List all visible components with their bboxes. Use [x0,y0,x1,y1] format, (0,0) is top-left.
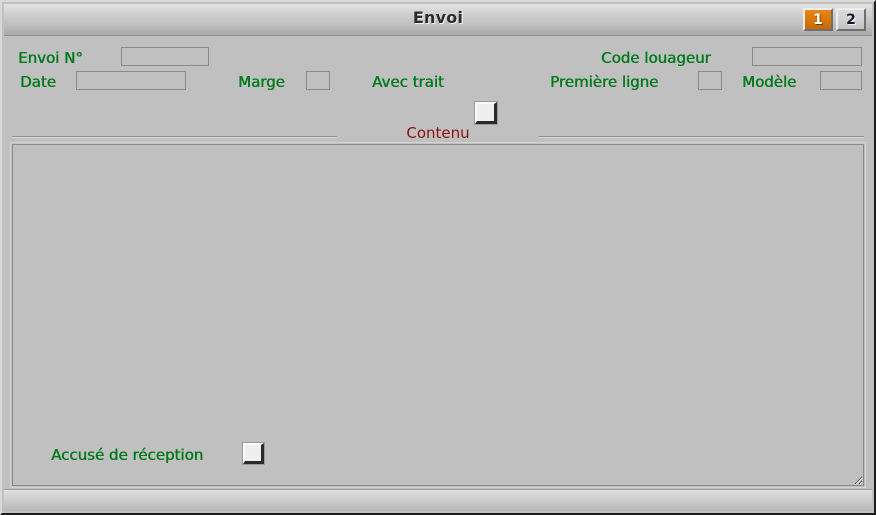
envoi-window: Envoi 1 2 Envoi N° Code louageur Date Ma… [0,0,876,515]
page-title: Envoi [412,8,464,27]
accuse-reception-checkbox[interactable] [242,442,265,465]
page-tabs: 1 2 [803,8,866,31]
window-titlebar: Envoi 1 2 [4,4,872,36]
modele-label: Modèle [742,73,797,91]
avec-trait-checkbox[interactable] [474,101,498,125]
avec-trait-label: Avec trait [372,73,444,91]
tab-page-2[interactable]: 2 [836,8,866,31]
envoi-no-label: Envoi N° [18,49,83,67]
code-louageur-input[interactable] [752,47,862,66]
window-bottom-strip [4,489,872,511]
premiere-ligne-label: Première ligne [550,73,659,91]
code-louageur-label: Code louageur [601,49,711,67]
modele-input[interactable] [820,71,862,90]
date-label: Date [20,73,56,91]
contenu-legend-label: Contenu [406,124,470,142]
date-input[interactable] [76,71,186,90]
accuse-reception-label: Accusé de réception [51,446,204,464]
contenu-legend: Contenu [8,124,868,144]
marge-label: Marge [238,73,285,91]
envoi-no-input[interactable] [121,47,209,66]
tab-page-1[interactable]: 1 [803,8,833,31]
contenu-textarea[interactable] [10,142,866,488]
premiere-ligne-input[interactable] [698,71,722,90]
form-area: Envoi N° Code louageur Date Marge Avec t… [4,36,872,513]
marge-input[interactable] [306,71,330,90]
